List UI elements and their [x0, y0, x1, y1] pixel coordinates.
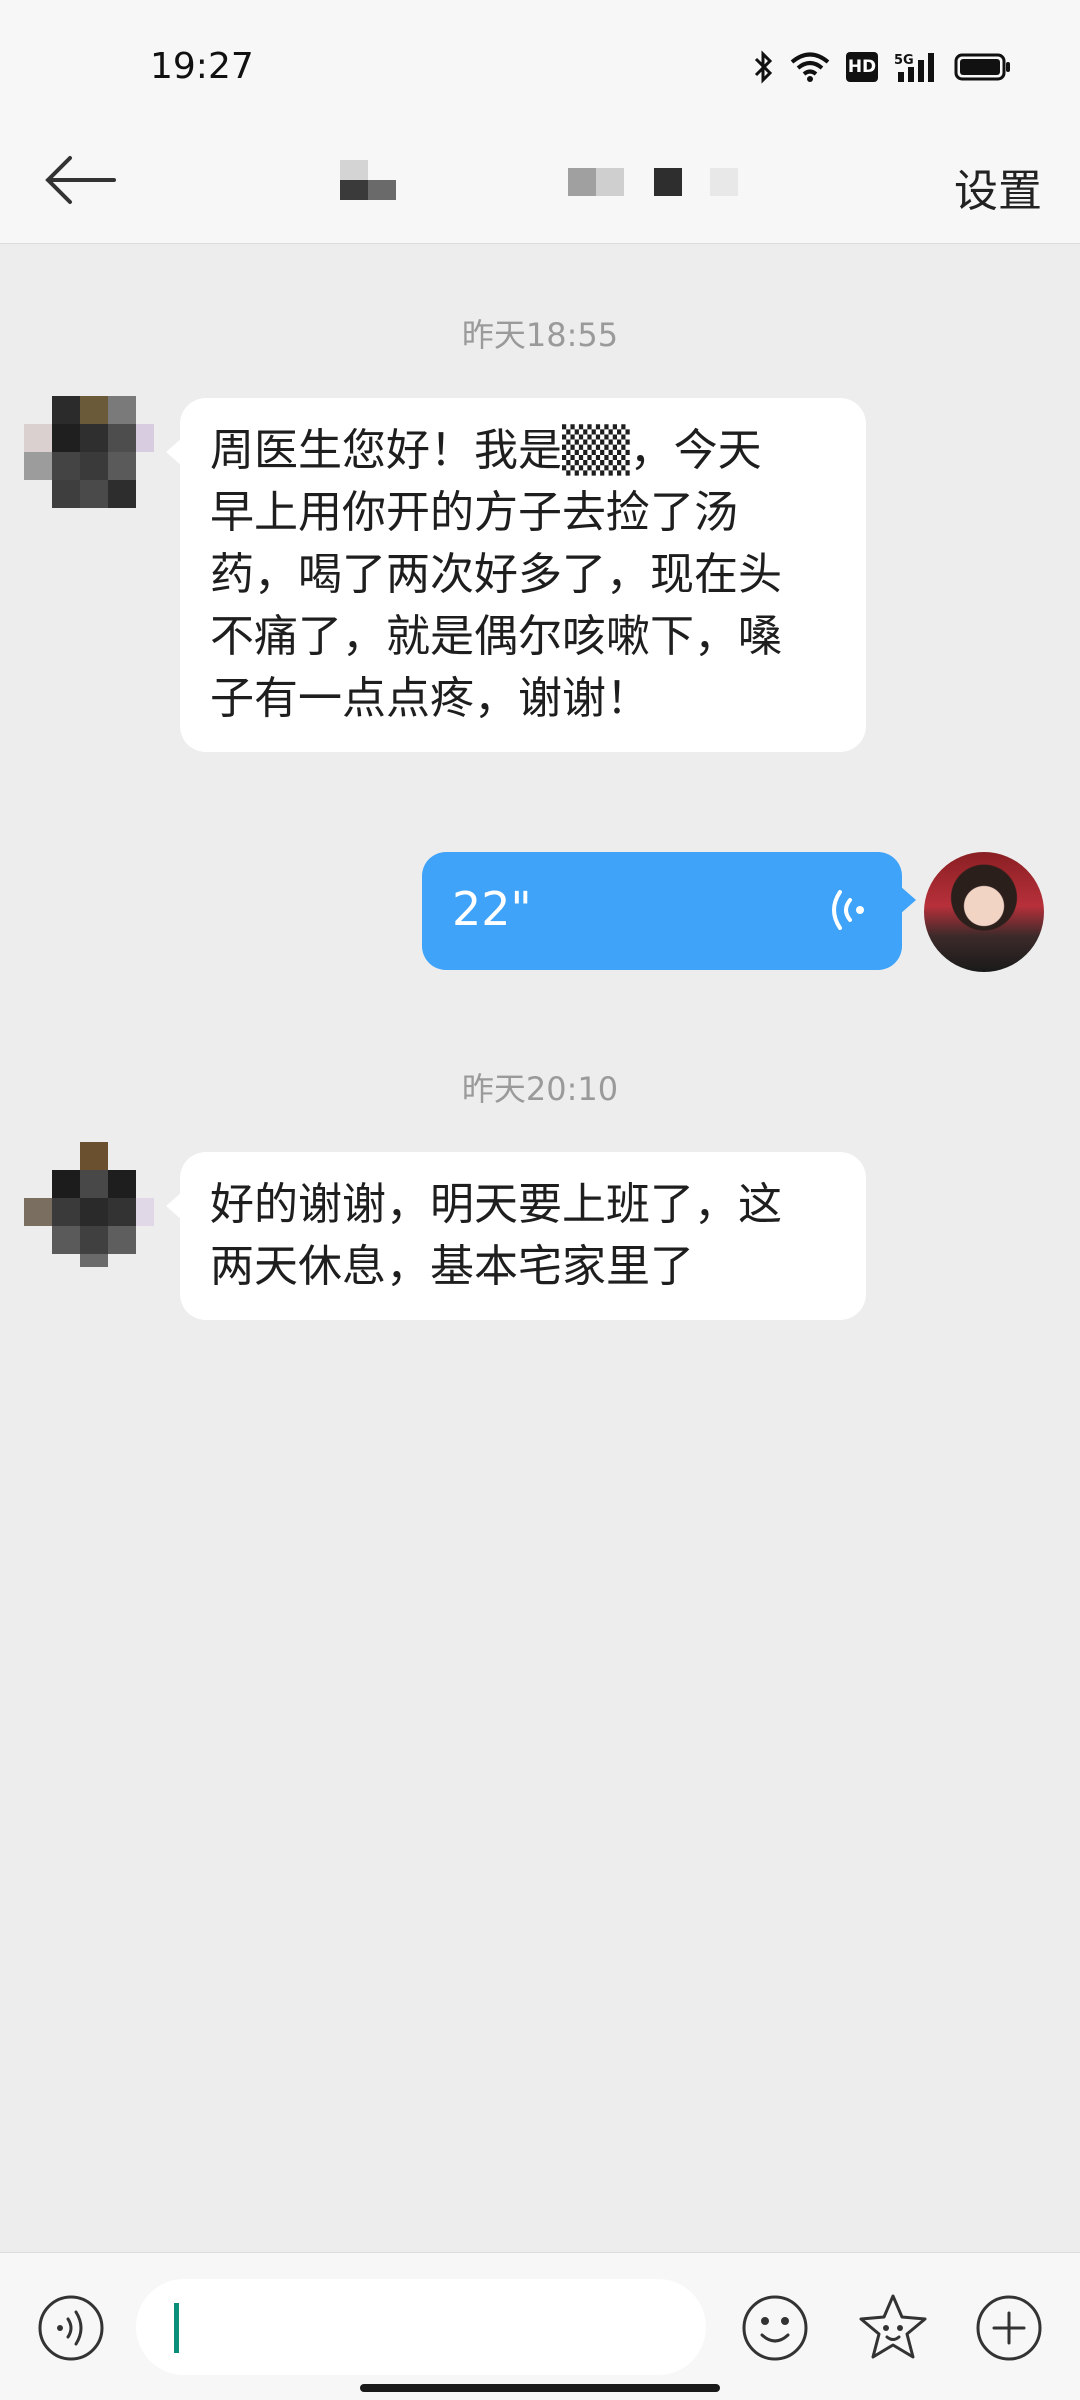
message-timestamp: 昨天20:10 [461, 1070, 619, 1108]
outgoing-voice-message[interactable]: 22" [422, 852, 916, 970]
user-avatar[interactable] [924, 852, 1044, 972]
bluetooth-icon [752, 50, 774, 84]
settings-button[interactable]: 设置 [954, 155, 1042, 219]
incoming-message-bubble[interactable]: 周医生您好！我是▒▒，今天 早上用你开的方子去捡了汤 药，喝了两次好多了，现在头… [166, 398, 866, 752]
text-caret [174, 2303, 179, 2353]
message-line: 药，喝了两次好多了，现在头 [210, 549, 782, 600]
chat-title-redacted [330, 160, 750, 200]
svg-text:5G: 5G [894, 53, 914, 68]
message-timestamp: 昨天18:55 [461, 316, 619, 354]
wifi-icon [790, 51, 830, 83]
contact-avatar[interactable] [24, 396, 154, 521]
status-icons: HD 5G [752, 50, 1012, 84]
contact-avatar[interactable] [24, 1142, 154, 1267]
status-time: 19:27 [150, 46, 254, 87]
top-bar: 19:27 HD 5G 设置 [0, 0, 1080, 244]
chat-screen: 19:27 HD 5G 设置 昨天18:55 周医生您好！我是▒▒，今天 早上用… [0, 0, 1080, 2400]
hd-icon: HD [846, 52, 878, 82]
back-arrow-icon [45, 156, 116, 204]
voice-duration: 22" [452, 882, 532, 936]
voice-wave-icon [826, 886, 868, 938]
voice-input-button[interactable] [36, 2293, 106, 2367]
message-line: 早上用你开的方子去捡了汤 [210, 487, 738, 538]
back-button[interactable] [40, 150, 120, 210]
emoji-icon [742, 2295, 808, 2361]
home-indicator[interactable] [360, 2384, 720, 2392]
sticker-button[interactable] [856, 2291, 930, 2369]
input-bar [0, 2252, 1080, 2400]
message-line: 不痛了，就是偶尔咳嗽下，嗓 [210, 611, 782, 662]
message-input[interactable] [136, 2279, 706, 2375]
cellular-signal-icon: 5G [894, 50, 938, 84]
plus-icon [976, 2295, 1042, 2361]
message-line: 两天休息，基本宅家里了 [210, 1241, 694, 1292]
incoming-message-bubble[interactable]: 好的谢谢，明天要上班了，这 两天休息，基本宅家里了 [166, 1152, 866, 1320]
voice-input-icon [38, 2295, 104, 2361]
battery-icon [954, 52, 1012, 82]
message-line: 好的谢谢，明天要上班了，这 [210, 1179, 782, 1230]
message-line: 子有一点点疼，谢谢！ [210, 673, 650, 724]
sticker-icon [859, 2294, 927, 2359]
emoji-button[interactable] [740, 2293, 810, 2367]
message-line: 周医生您好！我是▒▒，今天 [210, 425, 762, 476]
more-button[interactable] [974, 2293, 1044, 2367]
